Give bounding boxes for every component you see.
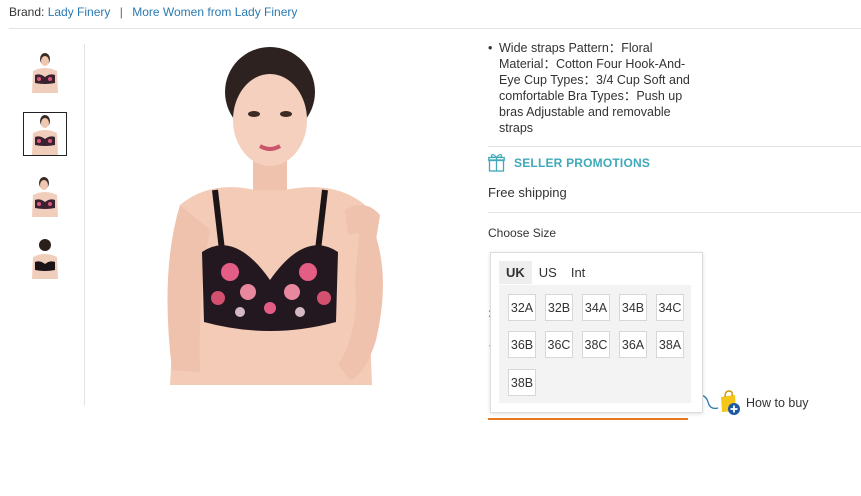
size-option[interactable]: 38A: [656, 331, 684, 358]
size-option[interactable]: 36A: [619, 331, 647, 358]
product-thumbnail-image: [32, 177, 58, 217]
how-to-buy-link[interactable]: How to buy: [718, 390, 809, 416]
divider: [488, 212, 861, 213]
tab-int[interactable]: Int: [564, 261, 592, 284]
size-system-tabs: UK US Int: [499, 261, 592, 284]
size-option[interactable]: 34B: [619, 294, 647, 321]
divider: [488, 146, 861, 147]
thumbnail-list: [23, 50, 69, 298]
gallery-divider: [84, 44, 85, 406]
more-from-brand-link[interactable]: More Women from Lady Finery: [132, 5, 297, 19]
description-text: Wide straps Pattern：Floral Material：Cott…: [499, 41, 690, 135]
product-thumbnail-image: [32, 115, 58, 155]
thumbnail-3[interactable]: [23, 174, 67, 218]
product-description: • Wide straps Pattern：Floral Material：Co…: [488, 40, 698, 136]
thumbnail-4[interactable]: [23, 236, 67, 280]
seller-promotions-label: SELLER PROMOTIONS: [514, 155, 651, 170]
size-option[interactable]: 36C: [545, 331, 573, 358]
product-thumbnail-image: [32, 239, 58, 279]
seller-promotions: SELLER PROMOTIONS: [488, 153, 650, 172]
top-divider: [9, 28, 861, 29]
brand-prefix: Brand:: [9, 5, 45, 19]
brand-bar: Brand: Lady Finery | More Women from Lad…: [9, 5, 297, 19]
main-product-image[interactable]: [140, 40, 405, 385]
description-bullet: •: [488, 41, 493, 55]
tab-us[interactable]: US: [532, 261, 564, 284]
size-option[interactable]: 34C: [656, 294, 684, 321]
thumbnail-2[interactable]: [23, 112, 67, 156]
tab-uk[interactable]: UK: [499, 261, 532, 284]
brand-link[interactable]: Lady Finery: [48, 5, 111, 19]
how-to-buy-label: How to buy: [746, 396, 809, 410]
brand-separator: |: [119, 5, 123, 19]
choose-size-label: Choose Size: [488, 226, 557, 240]
size-option[interactable]: 36B: [508, 331, 536, 358]
size-option[interactable]: 32B: [545, 294, 573, 321]
size-option[interactable]: 38C: [582, 331, 610, 358]
shopping-bag-icon: [721, 390, 740, 415]
size-option[interactable]: 32A: [508, 294, 536, 321]
size-option[interactable]: 34A: [582, 294, 610, 321]
thumbnail-1[interactable]: [23, 50, 67, 94]
size-option-grid: 32A 32B 34A 34B 34C 36B 36C 38C 36A 38A …: [499, 285, 691, 403]
size-option[interactable]: 38B: [508, 369, 536, 396]
gift-icon: [488, 154, 505, 172]
product-thumbnail-image: [32, 53, 58, 93]
size-picker-popup: UK US Int 32A 32B 34A 34B 34C 36B 36C 38…: [490, 252, 703, 413]
free-shipping-text: Free shipping: [488, 185, 567, 200]
